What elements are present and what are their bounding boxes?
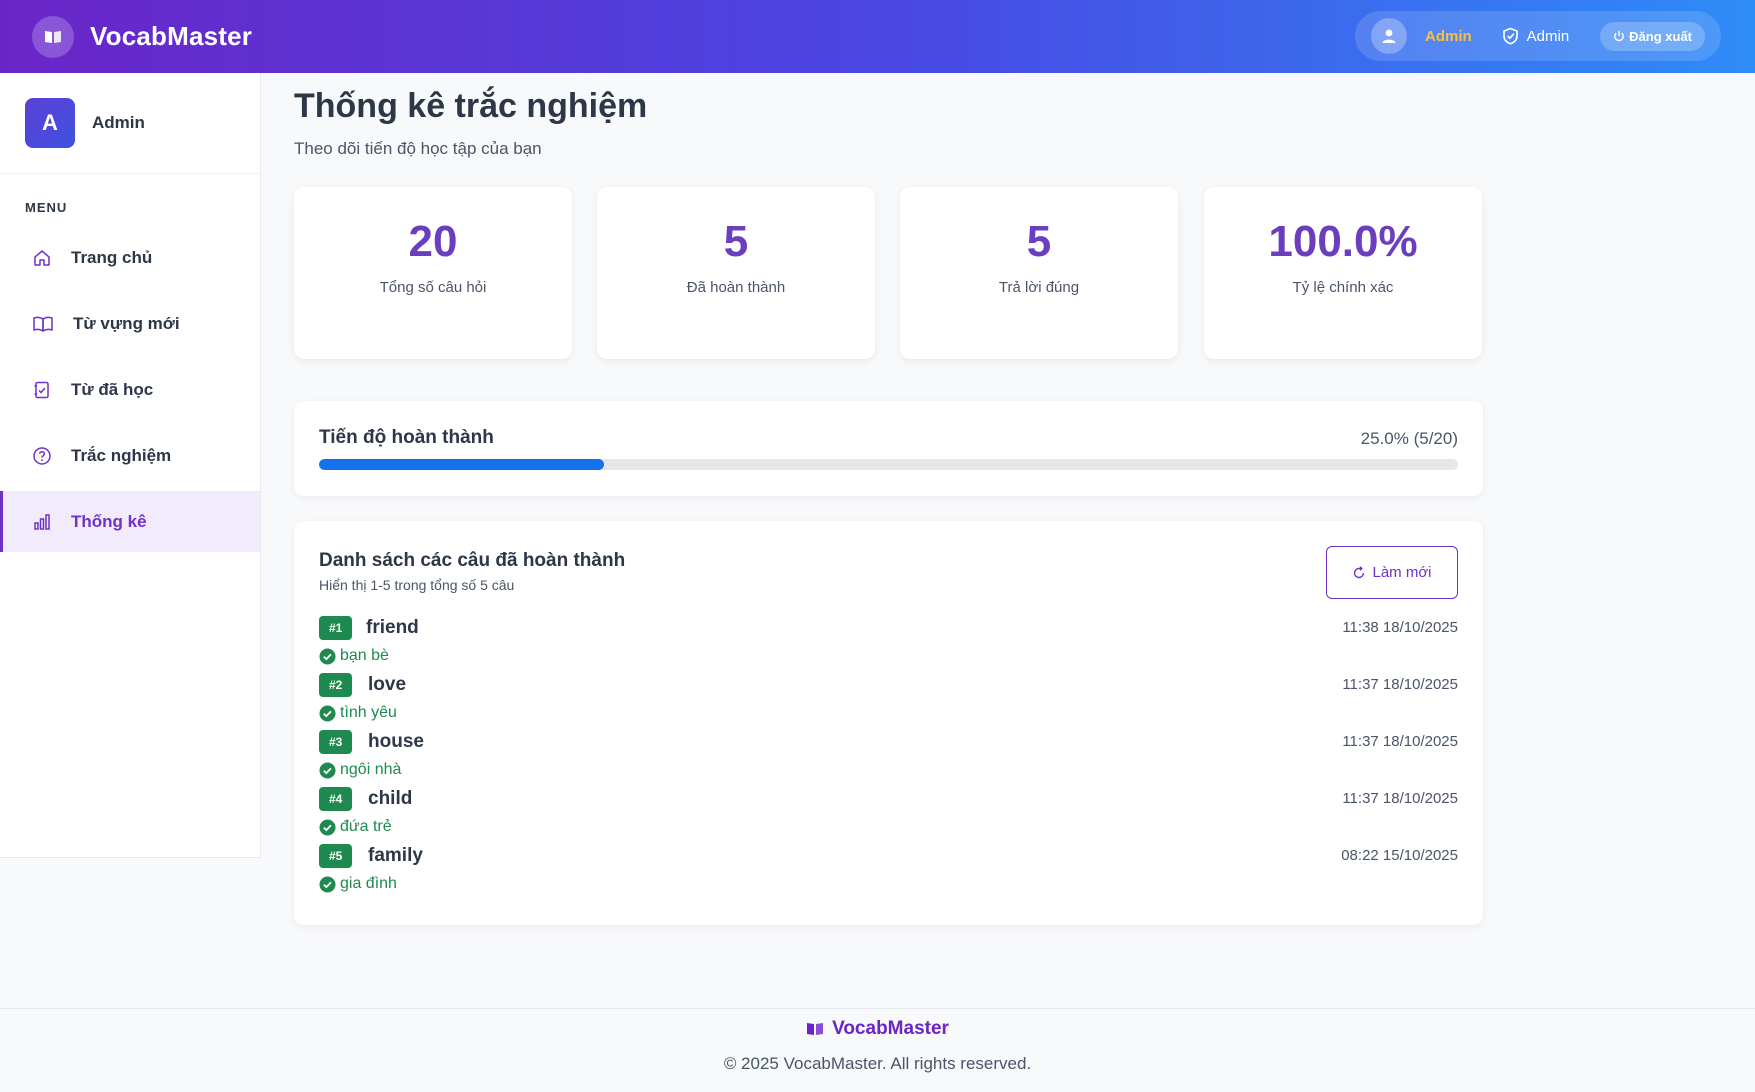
- sidebar: A Admin MENU Trang chủ Từ vựng mới Từ đã…: [0, 73, 261, 858]
- footer-brand-name: VocabMaster: [832, 1018, 949, 1039]
- list-title: Danh sách các câu đã hoàn thành: [319, 550, 626, 571]
- footer: VocabMaster © 2025 VocabMaster. All righ…: [0, 1008, 1755, 1092]
- book-logo-icon: [32, 15, 74, 58]
- item-meaning: đứa trẻ: [319, 818, 392, 836]
- item-time: 11:38 18/10/2025: [1342, 619, 1458, 636]
- item-meaning: ngôi nhà: [319, 761, 401, 779]
- book-logo-icon: [807, 1023, 824, 1035]
- user-avatar-icon[interactable]: [1371, 18, 1407, 54]
- list-item: #3 house 11:37 18/10/2025 ngôi nhà: [319, 730, 1458, 787]
- item-time: 11:37 18/10/2025: [1342, 676, 1458, 693]
- brand-name: VocabMaster: [90, 21, 253, 51]
- item-meaning-text: gia đình: [340, 875, 397, 892]
- sidebar-item-learned[interactable]: Từ đã học: [0, 359, 260, 420]
- stat-card-total: 20 Tổng số câu hỏi: [294, 187, 572, 359]
- list-item: #5 family 08:22 15/10/2025 gia đình: [319, 844, 1458, 901]
- completed-list-card: Danh sách các câu đã hoàn thành Hiển thị…: [294, 521, 1483, 925]
- item-word: friend: [366, 617, 419, 638]
- brand[interactable]: VocabMaster: [32, 15, 253, 58]
- item-word: love: [368, 674, 407, 695]
- sidebar-item-stats[interactable]: Thống kê: [0, 491, 260, 552]
- refresh-label: Làm mới: [1372, 564, 1432, 581]
- item-badge: #2: [319, 673, 353, 697]
- main-content: Thống kê trắc nghiệm Theo dõi tiến độ họ…: [262, 73, 1512, 976]
- sidebar-item-quiz[interactable]: Trắc nghiệm: [0, 425, 260, 486]
- stat-label: Tỷ lệ chính xác: [1292, 279, 1394, 296]
- menu-title: MENU: [25, 200, 68, 215]
- stat-card-accuracy: 100.0% Tỷ lệ chính xác: [1204, 187, 1482, 359]
- sidebar-user: A Admin: [0, 73, 260, 174]
- home-icon: [34, 249, 50, 266]
- item-word: family: [368, 845, 423, 866]
- item-badge: #5: [319, 844, 353, 868]
- bar-chart-icon: [34, 513, 50, 530]
- footer-brand[interactable]: VocabMaster: [0, 1018, 1755, 1040]
- sidebar-item-label: Trắc nghiệm: [71, 445, 172, 465]
- top-header: VocabMaster Admin Admin Đăng xuất: [0, 0, 1755, 73]
- list-subtitle: Hiển thị 1-5 trong tổng số 5 câu: [319, 577, 515, 593]
- item-time: 08:22 15/10/2025: [1341, 847, 1458, 864]
- progress-card: Tiến độ hoàn thành 25.0% (5/20): [294, 401, 1483, 496]
- page-title: Thống kê trắc nghiệm: [294, 87, 648, 125]
- role-label: Admin: [1526, 27, 1570, 45]
- item-time: 11:37 18/10/2025: [1342, 790, 1458, 807]
- sidebar-item-label: Trang chủ: [71, 247, 153, 267]
- page-subtitle: Theo dõi tiến độ học tập của bạn: [294, 139, 542, 158]
- item-word: child: [368, 788, 413, 809]
- shield-icon: [1502, 27, 1518, 45]
- sidebar-item-home[interactable]: Trang chủ: [0, 227, 260, 288]
- logout-label: Đăng xuất: [1629, 28, 1692, 44]
- sidebar-item-label: Từ đã học: [71, 379, 154, 399]
- footer-copyright: © 2025 VocabMaster. All rights reserved.: [723, 1054, 1032, 1073]
- progress-bar-fill: [319, 459, 604, 470]
- stat-label: Trả lời đúng: [998, 279, 1080, 296]
- role-indicator: Admin: [1502, 27, 1570, 45]
- check-circle-icon: [319, 819, 336, 835]
- check-circle-icon: [319, 762, 336, 778]
- refresh-button[interactable]: Làm mới: [1326, 546, 1458, 599]
- list-item: #2 love 11:37 18/10/2025 tình yêu: [319, 673, 1458, 730]
- checklist-icon: [34, 381, 49, 398]
- stat-label: Tổng số câu hỏi: [379, 279, 487, 296]
- item-badge: #1: [319, 616, 353, 640]
- sidebar-item-new-vocab[interactable]: Từ vựng mới: [0, 293, 260, 354]
- item-meaning-text: ngôi nhà: [340, 761, 402, 778]
- question-circle-icon: [33, 446, 51, 465]
- stat-value: 5: [723, 217, 749, 266]
- book-open-icon: [33, 316, 53, 332]
- sidebar-item-label: Thống kê: [71, 511, 147, 531]
- check-circle-icon: [319, 648, 336, 664]
- stat-value: 5: [1026, 217, 1052, 266]
- check-circle-icon: [319, 705, 336, 721]
- header-user-name[interactable]: Admin: [1425, 28, 1472, 45]
- refresh-icon: [1354, 565, 1365, 578]
- list-item: #4 child 11:37 18/10/2025 đứa trẻ: [319, 787, 1458, 844]
- item-badge: #4: [319, 787, 353, 811]
- item-meaning: gia đình: [319, 875, 397, 893]
- check-circle-icon: [319, 876, 336, 892]
- stat-label: Đã hoàn thành: [686, 279, 786, 296]
- progress-value: 25.0% (5/20): [1360, 429, 1458, 448]
- item-meaning-text: tình yêu: [340, 704, 397, 721]
- user-menu: Admin Admin Đăng xuất: [1355, 11, 1721, 61]
- logout-button[interactable]: Đăng xuất: [1600, 21, 1705, 51]
- item-meaning: bạn bè: [319, 647, 389, 665]
- progress-bar: [319, 459, 1458, 470]
- item-meaning-text: đứa trẻ: [340, 818, 392, 835]
- stat-card-completed: 5 Đã hoàn thành: [597, 187, 875, 359]
- item-badge: #3: [319, 730, 353, 754]
- stat-card-correct: 5 Trả lời đúng: [900, 187, 1178, 359]
- sidebar-user-name: Admin: [92, 113, 145, 132]
- sidebar-item-label: Từ vựng mới: [73, 313, 180, 333]
- item-word: house: [368, 731, 424, 752]
- stat-value: 20: [408, 217, 458, 266]
- avatar: A: [25, 98, 75, 148]
- power-icon: [1614, 30, 1625, 42]
- item-time: 11:37 18/10/2025: [1342, 733, 1458, 750]
- progress-title: Tiến độ hoàn thành: [319, 427, 494, 448]
- stat-value: 100.0%: [1268, 217, 1418, 266]
- list-item: #1 friend 11:38 18/10/2025 bạn bè: [319, 616, 1458, 673]
- item-meaning-text: bạn bè: [340, 647, 389, 664]
- item-meaning: tình yêu: [319, 704, 397, 722]
